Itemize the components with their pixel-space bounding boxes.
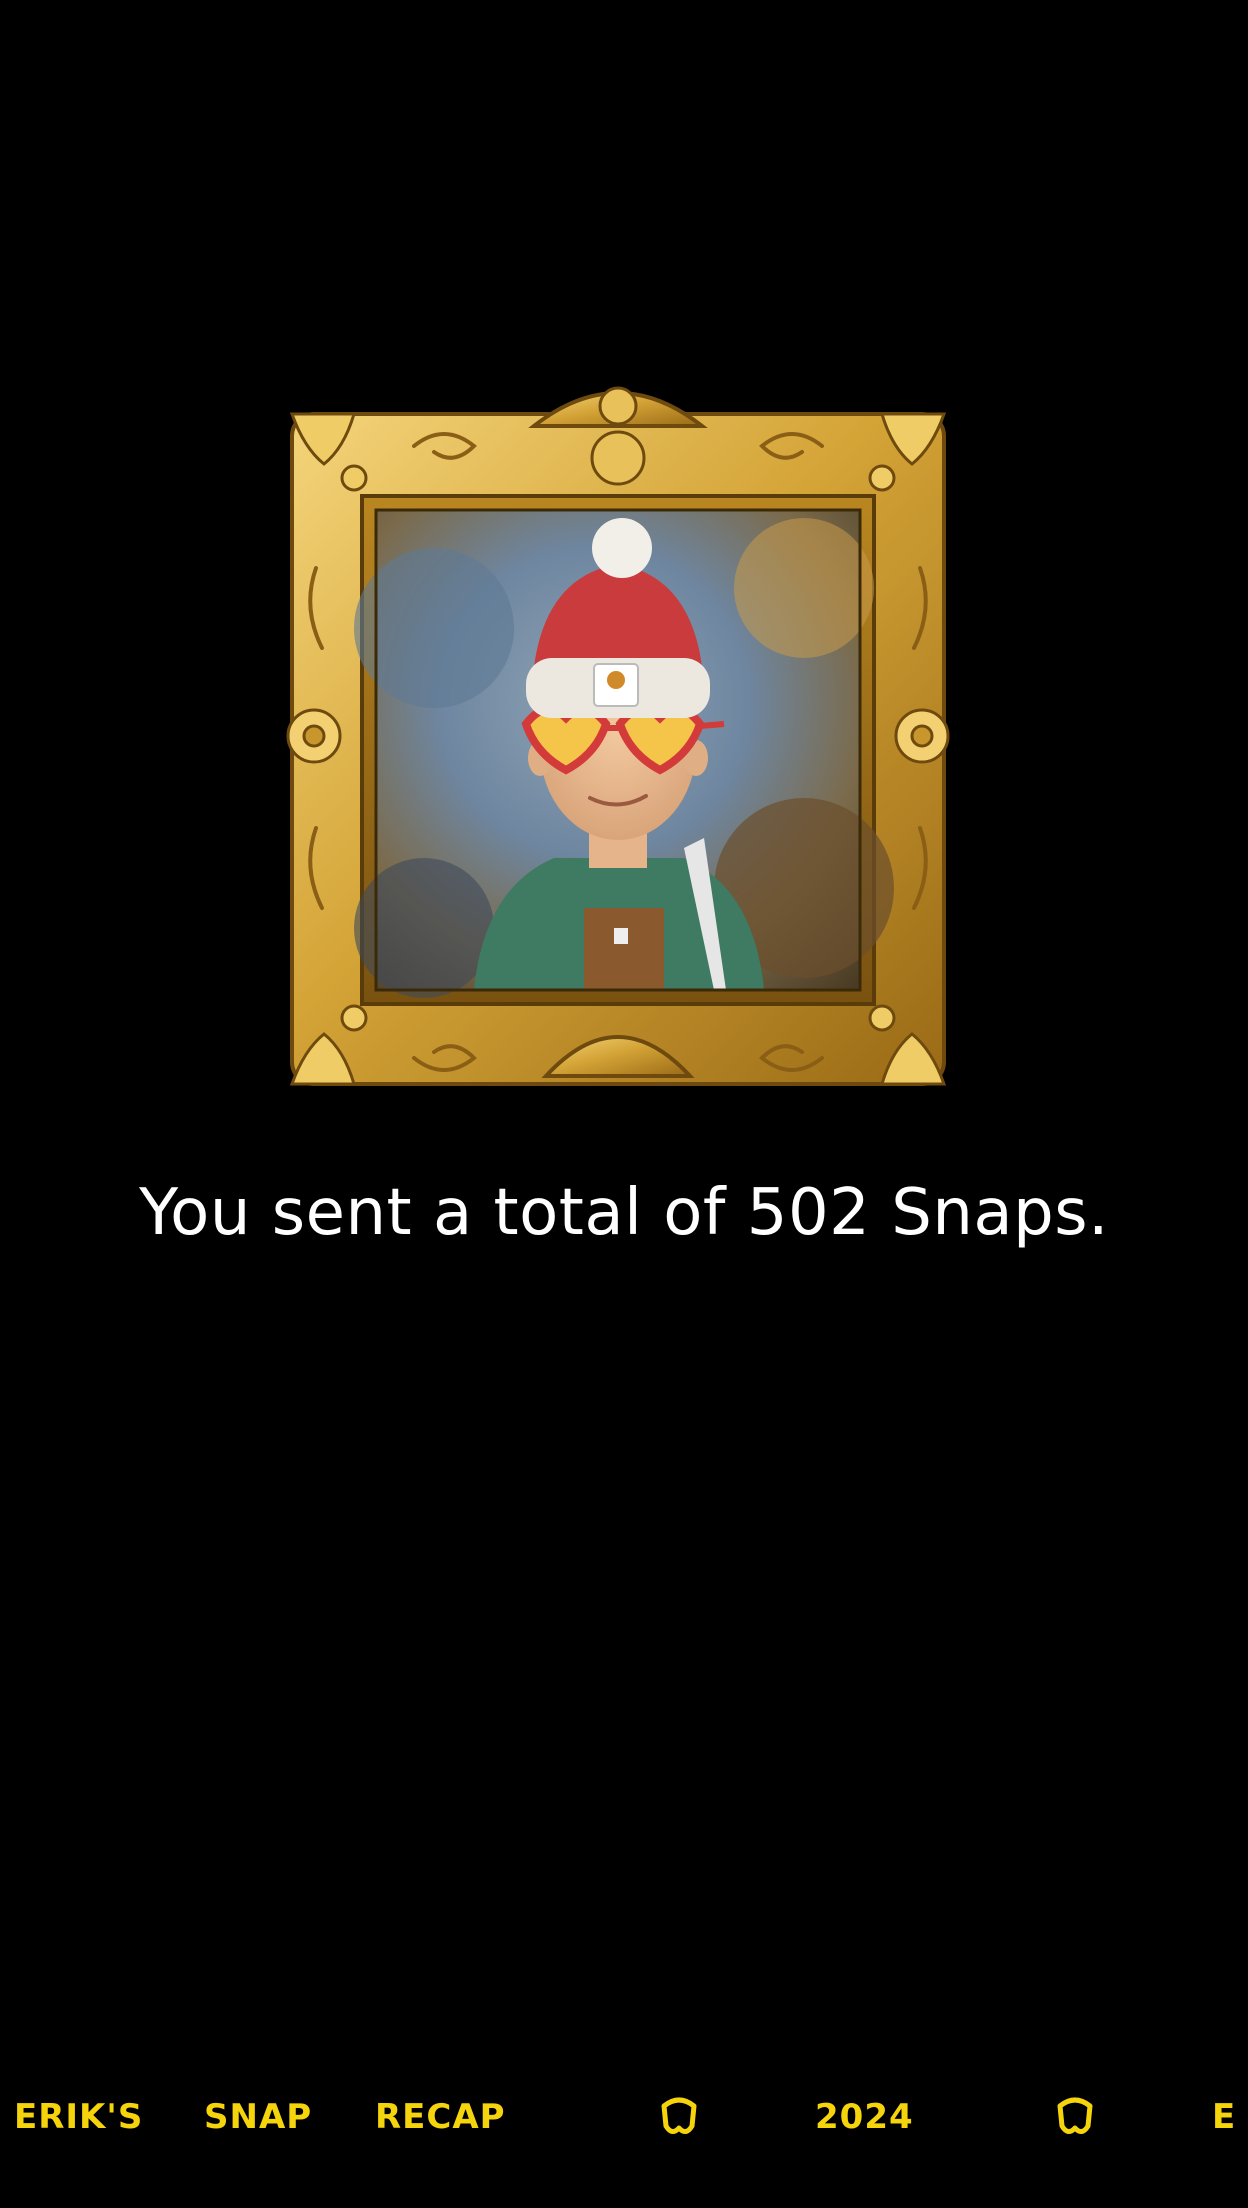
ticker-text-snap: SNAP	[204, 2097, 313, 2137]
ticker-text-partial: E	[1212, 2097, 1237, 2137]
avatar-portrait-image	[354, 510, 894, 998]
gold-frame-image	[286, 386, 950, 1086]
ticker-text-name: ERIK'S	[14, 2097, 144, 2137]
framed-avatar-portrait	[284, 368, 952, 1090]
recap-ticker: ERIK'S SNAP RECAP 2024 E	[0, 2082, 1248, 2152]
snapchat-ghost-icon	[1052, 2096, 1098, 2138]
recap-message: You sent a total of 502 Snaps.	[139, 1176, 1109, 1250]
snapchat-ghost-icon	[656, 2096, 702, 2138]
ticker-text-year: 2024	[815, 2097, 914, 2137]
ticker-text-recap: RECAP	[375, 2097, 506, 2137]
